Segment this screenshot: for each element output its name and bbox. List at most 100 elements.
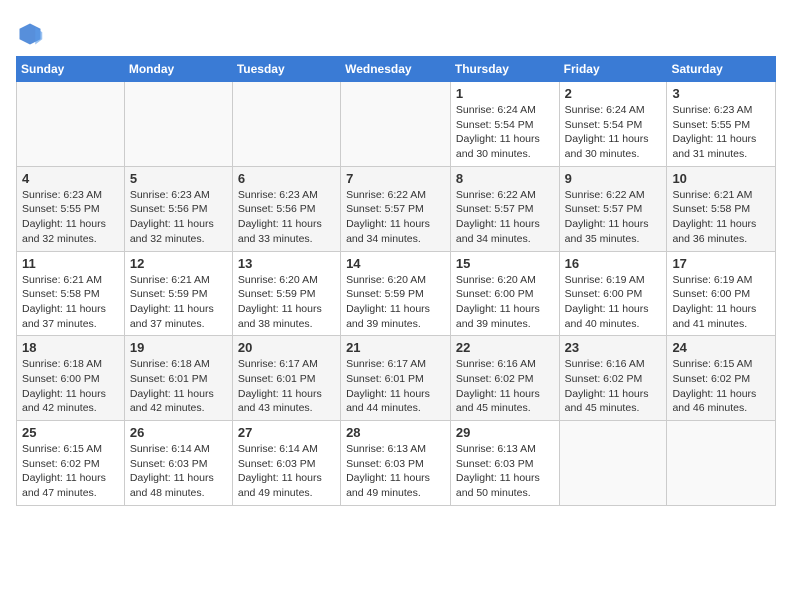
day-info: Sunrise: 6:22 AM Sunset: 5:57 PM Dayligh…	[565, 188, 662, 247]
calendar-cell	[124, 82, 232, 167]
day-number: 19	[130, 340, 227, 355]
day-info: Sunrise: 6:22 AM Sunset: 5:57 PM Dayligh…	[456, 188, 554, 247]
calendar-cell: 10 Sunrise: 6:21 AM Sunset: 5:58 PM Dayli…	[667, 166, 776, 251]
day-info: Sunrise: 6:14 AM Sunset: 6:03 PM Dayligh…	[130, 442, 227, 501]
calendar-week-row: 4 Sunrise: 6:23 AM Sunset: 5:55 PM Daylig…	[17, 166, 776, 251]
calendar-cell: 26 Sunrise: 6:14 AM Sunset: 6:03 PM Dayli…	[124, 421, 232, 506]
calendar-cell: 23 Sunrise: 6:16 AM Sunset: 6:02 PM Dayli…	[559, 336, 667, 421]
day-number: 24	[672, 340, 770, 355]
calendar-cell: 13 Sunrise: 6:20 AM Sunset: 5:59 PM Dayli…	[232, 251, 340, 336]
day-number: 29	[456, 425, 554, 440]
calendar-table: SundayMondayTuesdayWednesdayThursdayFrid…	[16, 56, 776, 506]
calendar-cell: 8 Sunrise: 6:22 AM Sunset: 5:57 PM Daylig…	[450, 166, 559, 251]
calendar-cell: 22 Sunrise: 6:16 AM Sunset: 6:02 PM Dayli…	[450, 336, 559, 421]
day-number: 17	[672, 256, 770, 271]
calendar-cell: 17Sunrise: 6:19 AM Sunset: 6:00 PM Dayli…	[667, 251, 776, 336]
header-sunday: Sunday	[17, 57, 125, 82]
calendar-cell: 15 Sunrise: 6:20 AM Sunset: 6:00 PM Dayli…	[450, 251, 559, 336]
header-tuesday: Tuesday	[232, 57, 340, 82]
header-saturday: Saturday	[667, 57, 776, 82]
calendar-header-row: SundayMondayTuesdayWednesdayThursdayFrid…	[17, 57, 776, 82]
page-header	[16, 16, 776, 48]
day-number: 13	[238, 256, 335, 271]
day-info: Sunrise: 6:18 AM Sunset: 6:01 PM Dayligh…	[130, 357, 227, 416]
day-number: 4	[22, 171, 119, 186]
logo-icon	[16, 20, 44, 48]
calendar-cell: 3 Sunrise: 6:23 AM Sunset: 5:55 PM Daylig…	[667, 82, 776, 167]
day-number: 23	[565, 340, 662, 355]
calendar-cell: 29 Sunrise: 6:13 AM Sunset: 6:03 PM Dayli…	[450, 421, 559, 506]
day-number: 22	[456, 340, 554, 355]
day-number: 25	[22, 425, 119, 440]
calendar-cell: 2 Sunrise: 6:24 AM Sunset: 5:54 PM Daylig…	[559, 82, 667, 167]
day-number: 8	[456, 171, 554, 186]
day-number: 12	[130, 256, 227, 271]
calendar-cell: 11Sunrise: 6:21 AM Sunset: 5:58 PM Dayli…	[17, 251, 125, 336]
day-info: Sunrise: 6:23 AM Sunset: 5:56 PM Dayligh…	[238, 188, 335, 247]
calendar-cell: 6Sunrise: 6:23 AM Sunset: 5:56 PM Daylig…	[232, 166, 340, 251]
day-info: Sunrise: 6:13 AM Sunset: 6:03 PM Dayligh…	[456, 442, 554, 501]
calendar-week-row: 11Sunrise: 6:21 AM Sunset: 5:58 PM Dayli…	[17, 251, 776, 336]
day-number: 21	[346, 340, 445, 355]
calendar-week-row: 18 Sunrise: 6:18 AM Sunset: 6:00 PM Dayli…	[17, 336, 776, 421]
calendar-cell: 1Sunrise: 6:24 AM Sunset: 5:54 PM Daylig…	[450, 82, 559, 167]
day-info: Sunrise: 6:16 AM Sunset: 6:02 PM Dayligh…	[565, 357, 662, 416]
calendar-cell: 9 Sunrise: 6:22 AM Sunset: 5:57 PM Daylig…	[559, 166, 667, 251]
day-number: 10	[672, 171, 770, 186]
day-number: 15	[456, 256, 554, 271]
day-number: 5	[130, 171, 227, 186]
header-thursday: Thursday	[450, 57, 559, 82]
calendar-cell: 21 Sunrise: 6:17 AM Sunset: 6:01 PM Dayli…	[341, 336, 451, 421]
day-info: Sunrise: 6:15 AM Sunset: 6:02 PM Dayligh…	[22, 442, 119, 501]
calendar-cell: 5 Sunrise: 6:23 AM Sunset: 5:56 PM Daylig…	[124, 166, 232, 251]
calendar-cell	[667, 421, 776, 506]
calendar-cell	[17, 82, 125, 167]
day-info: Sunrise: 6:24 AM Sunset: 5:54 PM Dayligh…	[456, 103, 554, 162]
day-info: Sunrise: 6:18 AM Sunset: 6:00 PM Dayligh…	[22, 357, 119, 416]
calendar-cell: 27 Sunrise: 6:14 AM Sunset: 6:03 PM Dayli…	[232, 421, 340, 506]
day-number: 26	[130, 425, 227, 440]
day-number: 7	[346, 171, 445, 186]
day-number: 11	[22, 256, 119, 271]
header-wednesday: Wednesday	[341, 57, 451, 82]
day-number: 3	[672, 86, 770, 101]
day-info: Sunrise: 6:20 AM Sunset: 5:59 PM Dayligh…	[238, 273, 335, 332]
day-info: Sunrise: 6:23 AM Sunset: 5:55 PM Dayligh…	[672, 103, 770, 162]
calendar-cell: 19 Sunrise: 6:18 AM Sunset: 6:01 PM Dayli…	[124, 336, 232, 421]
day-number: 14	[346, 256, 445, 271]
day-info: Sunrise: 6:21 AM Sunset: 5:58 PM Dayligh…	[672, 188, 770, 247]
calendar-cell	[232, 82, 340, 167]
day-info: Sunrise: 6:20 AM Sunset: 5:59 PM Dayligh…	[346, 273, 445, 332]
calendar-cell: 28Sunrise: 6:13 AM Sunset: 6:03 PM Dayli…	[341, 421, 451, 506]
day-info: Sunrise: 6:19 AM Sunset: 6:00 PM Dayligh…	[565, 273, 662, 332]
calendar-week-row: 1Sunrise: 6:24 AM Sunset: 5:54 PM Daylig…	[17, 82, 776, 167]
calendar-cell: 18 Sunrise: 6:18 AM Sunset: 6:00 PM Dayli…	[17, 336, 125, 421]
day-info: Sunrise: 6:23 AM Sunset: 5:56 PM Dayligh…	[130, 188, 227, 247]
calendar-cell: 4 Sunrise: 6:23 AM Sunset: 5:55 PM Daylig…	[17, 166, 125, 251]
day-info: Sunrise: 6:16 AM Sunset: 6:02 PM Dayligh…	[456, 357, 554, 416]
day-info: Sunrise: 6:22 AM Sunset: 5:57 PM Dayligh…	[346, 188, 445, 247]
calendar-cell: 24 Sunrise: 6:15 AM Sunset: 6:02 PM Dayli…	[667, 336, 776, 421]
day-number: 18	[22, 340, 119, 355]
calendar-week-row: 25 Sunrise: 6:15 AM Sunset: 6:02 PM Dayli…	[17, 421, 776, 506]
calendar-cell: 14 Sunrise: 6:20 AM Sunset: 5:59 PM Dayli…	[341, 251, 451, 336]
day-info: Sunrise: 6:17 AM Sunset: 6:01 PM Dayligh…	[238, 357, 335, 416]
calendar-cell: 20Sunrise: 6:17 AM Sunset: 6:01 PM Dayli…	[232, 336, 340, 421]
calendar-cell	[341, 82, 451, 167]
day-info: Sunrise: 6:23 AM Sunset: 5:55 PM Dayligh…	[22, 188, 119, 247]
day-number: 2	[565, 86, 662, 101]
logo	[16, 20, 48, 48]
day-info: Sunrise: 6:21 AM Sunset: 5:59 PM Dayligh…	[130, 273, 227, 332]
header-friday: Friday	[559, 57, 667, 82]
calendar-cell	[559, 421, 667, 506]
day-number: 27	[238, 425, 335, 440]
day-info: Sunrise: 6:24 AM Sunset: 5:54 PM Dayligh…	[565, 103, 662, 162]
day-info: Sunrise: 6:15 AM Sunset: 6:02 PM Dayligh…	[672, 357, 770, 416]
calendar-cell: 25 Sunrise: 6:15 AM Sunset: 6:02 PM Dayli…	[17, 421, 125, 506]
calendar-cell: 16Sunrise: 6:19 AM Sunset: 6:00 PM Dayli…	[559, 251, 667, 336]
day-info: Sunrise: 6:14 AM Sunset: 6:03 PM Dayligh…	[238, 442, 335, 501]
day-number: 9	[565, 171, 662, 186]
day-info: Sunrise: 6:20 AM Sunset: 6:00 PM Dayligh…	[456, 273, 554, 332]
day-number: 28	[346, 425, 445, 440]
day-info: Sunrise: 6:17 AM Sunset: 6:01 PM Dayligh…	[346, 357, 445, 416]
